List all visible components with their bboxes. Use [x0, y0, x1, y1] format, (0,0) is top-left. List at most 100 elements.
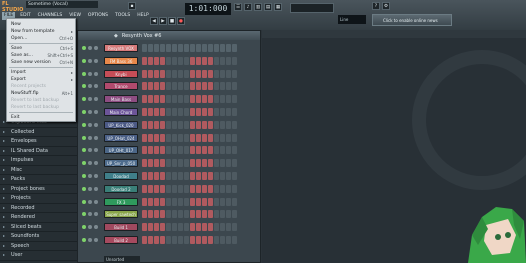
step-button[interactable]: [142, 197, 147, 206]
step-button[interactable]: [226, 44, 231, 52]
step-button[interactable]: [172, 236, 177, 244]
step-button[interactable]: [154, 197, 159, 206]
step-button[interactable]: [196, 184, 201, 193]
browser-icon[interactable]: ▤: [264, 3, 272, 11]
step-button[interactable]: [202, 108, 207, 116]
step-button[interactable]: [196, 210, 201, 219]
step-button[interactable]: [166, 82, 171, 91]
step-button[interactable]: [214, 146, 219, 155]
pan-knob-icon[interactable]: [88, 58, 92, 63]
pattern-mode-icon[interactable]: ▪: [128, 2, 136, 10]
step-button[interactable]: [208, 44, 213, 52]
step-button[interactable]: [160, 146, 165, 155]
step-button[interactable]: [172, 108, 177, 116]
step-button[interactable]: [232, 44, 237, 52]
step-button[interactable]: [190, 159, 195, 168]
pan-knob-icon[interactable]: [88, 97, 92, 102]
step-button[interactable]: [166, 159, 171, 168]
step-button[interactable]: [154, 82, 159, 91]
step-button[interactable]: [160, 56, 165, 65]
step-button[interactable]: [214, 236, 219, 244]
channel-button[interactable]: Trance: [104, 82, 138, 91]
step-button[interactable]: [178, 146, 183, 155]
step-button[interactable]: [184, 95, 189, 104]
step-button[interactable]: [172, 223, 177, 232]
step-button[interactable]: [142, 108, 147, 116]
channel-button[interactable]: Super sawtech: [104, 210, 138, 219]
playlist-icon[interactable]: ☰: [234, 3, 242, 11]
step-button[interactable]: [214, 120, 219, 129]
step-button[interactable]: [172, 56, 177, 65]
step-button[interactable]: [226, 82, 231, 91]
volume-knob-icon[interactable]: [94, 122, 98, 127]
step-button[interactable]: [208, 108, 213, 116]
rack-menu-icon[interactable]: ◆: [114, 33, 118, 39]
step-button[interactable]: [178, 82, 183, 91]
step-button[interactable]: [202, 95, 207, 104]
step-button[interactable]: [142, 95, 147, 104]
step-button[interactable]: [160, 82, 165, 91]
step-button[interactable]: [172, 172, 177, 180]
step-button[interactable]: [172, 44, 177, 52]
step-button[interactable]: [208, 146, 213, 155]
step-button[interactable]: [148, 82, 153, 91]
step-button[interactable]: [184, 133, 189, 142]
step-button[interactable]: [178, 223, 183, 232]
step-button[interactable]: [214, 82, 219, 91]
step-button[interactable]: [208, 69, 213, 78]
step-button[interactable]: [160, 172, 165, 180]
step-button[interactable]: [184, 223, 189, 232]
step-button[interactable]: [208, 184, 213, 193]
pan-knob-icon[interactable]: [88, 71, 92, 76]
step-button[interactable]: [178, 95, 183, 104]
pan-knob-icon[interactable]: [88, 148, 92, 153]
step-button[interactable]: [142, 146, 147, 155]
step-button[interactable]: [232, 159, 237, 168]
step-button[interactable]: [202, 197, 207, 206]
step-button[interactable]: [142, 44, 147, 52]
mixer-icon[interactable]: ▥: [254, 3, 262, 11]
step-button[interactable]: [184, 197, 189, 206]
step-button[interactable]: [220, 69, 225, 78]
step-button[interactable]: [142, 223, 147, 232]
step-button[interactable]: [190, 172, 195, 180]
step-button[interactable]: [220, 146, 225, 155]
pan-knob-icon[interactable]: [88, 110, 92, 114]
volume-knob-icon[interactable]: [94, 97, 98, 102]
volume-knob-icon[interactable]: [94, 238, 98, 242]
channel-button[interactable]: UP_OHat_024: [104, 133, 138, 142]
step-button[interactable]: [190, 197, 195, 206]
step-button[interactable]: [154, 95, 159, 104]
step-button[interactable]: [208, 133, 213, 142]
step-button[interactable]: [202, 44, 207, 52]
step-button[interactable]: [220, 108, 225, 116]
step-button[interactable]: [196, 69, 201, 78]
step-button[interactable]: [214, 108, 219, 116]
mute-led-icon[interactable]: [82, 199, 86, 204]
step-button[interactable]: [184, 120, 189, 129]
step-button[interactable]: [208, 82, 213, 91]
step-button[interactable]: [220, 44, 225, 52]
snap-selector[interactable]: Line: [338, 15, 366, 24]
step-button[interactable]: [208, 210, 213, 219]
step-button[interactable]: [148, 236, 153, 244]
step-button[interactable]: [196, 223, 201, 232]
step-button[interactable]: [232, 56, 237, 65]
step-button[interactable]: [148, 172, 153, 180]
volume-knob-icon[interactable]: [94, 110, 98, 114]
step-button[interactable]: [202, 236, 207, 244]
mute-led-icon[interactable]: [82, 148, 86, 153]
volume-knob-icon[interactable]: [94, 161, 98, 166]
step-button[interactable]: [208, 236, 213, 244]
step-button[interactable]: [208, 95, 213, 104]
settings-icon[interactable]: ⚙: [382, 2, 390, 10]
help-icon[interactable]: ?: [372, 2, 380, 10]
step-button[interactable]: [166, 236, 171, 244]
menu-tools[interactable]: TOOLS: [113, 12, 132, 20]
step-button[interactable]: [190, 69, 195, 78]
pan-knob-icon[interactable]: [88, 135, 92, 140]
step-button[interactable]: [154, 236, 159, 244]
step-button[interactable]: [184, 184, 189, 193]
step-button[interactable]: [154, 159, 159, 168]
step-button[interactable]: [166, 210, 171, 219]
